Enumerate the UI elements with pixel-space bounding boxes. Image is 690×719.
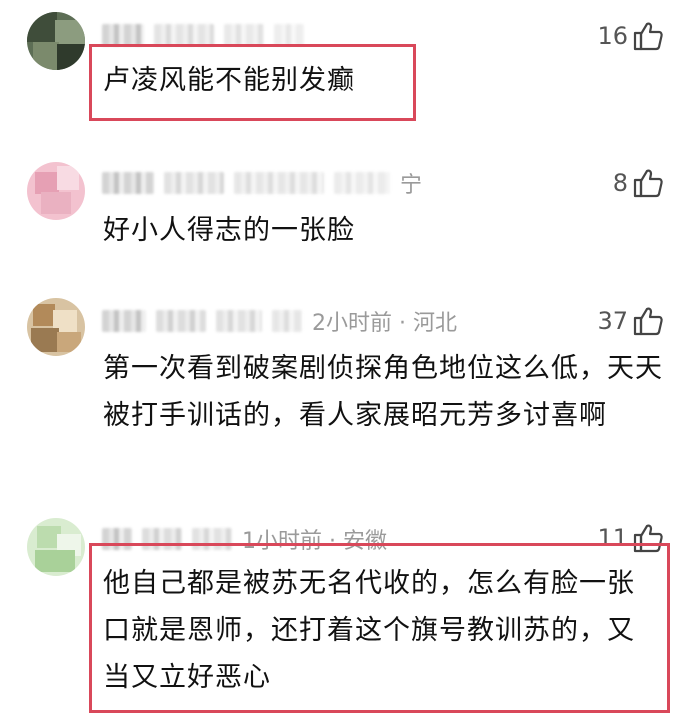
- username-blurred: [154, 24, 214, 46]
- username-blurred: [224, 24, 264, 46]
- comment-item: 2小时前 · 河北 37 第一次看到破案剧侦探角色地位这么低，天天被打手训话的，…: [0, 290, 690, 505]
- comment-text: 他自己都是被苏无名代收的，怎么有脸一张口就是恩师，还打着这个旗号教训苏的，又当又…: [103, 568, 635, 693]
- username-blurred: [164, 172, 224, 194]
- avatar[interactable]: [27, 298, 85, 356]
- thumbs-up-icon: [633, 169, 663, 198]
- comment-item: 宁 8 好小人得志的一张脸: [0, 150, 690, 280]
- like-count: 8: [612, 169, 628, 197]
- username-blurred[interactable]: [102, 310, 146, 332]
- like-count: 37: [597, 307, 628, 335]
- like-button[interactable]: 16: [597, 18, 664, 54]
- thumbs-up-icon: [633, 307, 663, 336]
- avatar[interactable]: [27, 162, 85, 220]
- comment-time-location: 2小时前 · 河北: [312, 311, 457, 336]
- username-blurred: [274, 24, 304, 46]
- comment-text: 第一次看到破案剧侦探角色地位这么低，天天被打手训话的，看人家展昭元芳多讨喜啊: [103, 353, 663, 431]
- username-blurred: [216, 310, 262, 332]
- username-blurred: [234, 172, 324, 194]
- username-blurred[interactable]: [102, 172, 154, 194]
- comment-text: 好小人得志的一张脸: [103, 215, 355, 246]
- comment-time-location: 宁: [400, 173, 423, 198]
- comment-meta: 2小时前 · 河北: [102, 306, 457, 336]
- avatar[interactable]: [27, 12, 85, 70]
- username-blurred: [334, 172, 390, 194]
- thumbs-up-icon: [633, 22, 663, 51]
- like-button[interactable]: 37: [597, 303, 664, 339]
- username-blurred[interactable]: [102, 24, 144, 46]
- comment-item: 16 卢凌风能不能别发癫: [0, 0, 690, 140]
- comment-text: 卢凌风能不能别发癫: [103, 65, 355, 96]
- avatar[interactable]: [27, 518, 85, 576]
- username-blurred: [156, 310, 206, 332]
- comment-meta: 宁: [102, 168, 422, 198]
- username-blurred: [272, 310, 302, 332]
- like-button[interactable]: 8: [613, 165, 664, 201]
- like-count: 16: [597, 22, 628, 50]
- comment-item: 1小时前 · 安徽 11 他自己都是被苏无名代收的，怎么有脸一张口就是恩师，还打…: [0, 512, 690, 719]
